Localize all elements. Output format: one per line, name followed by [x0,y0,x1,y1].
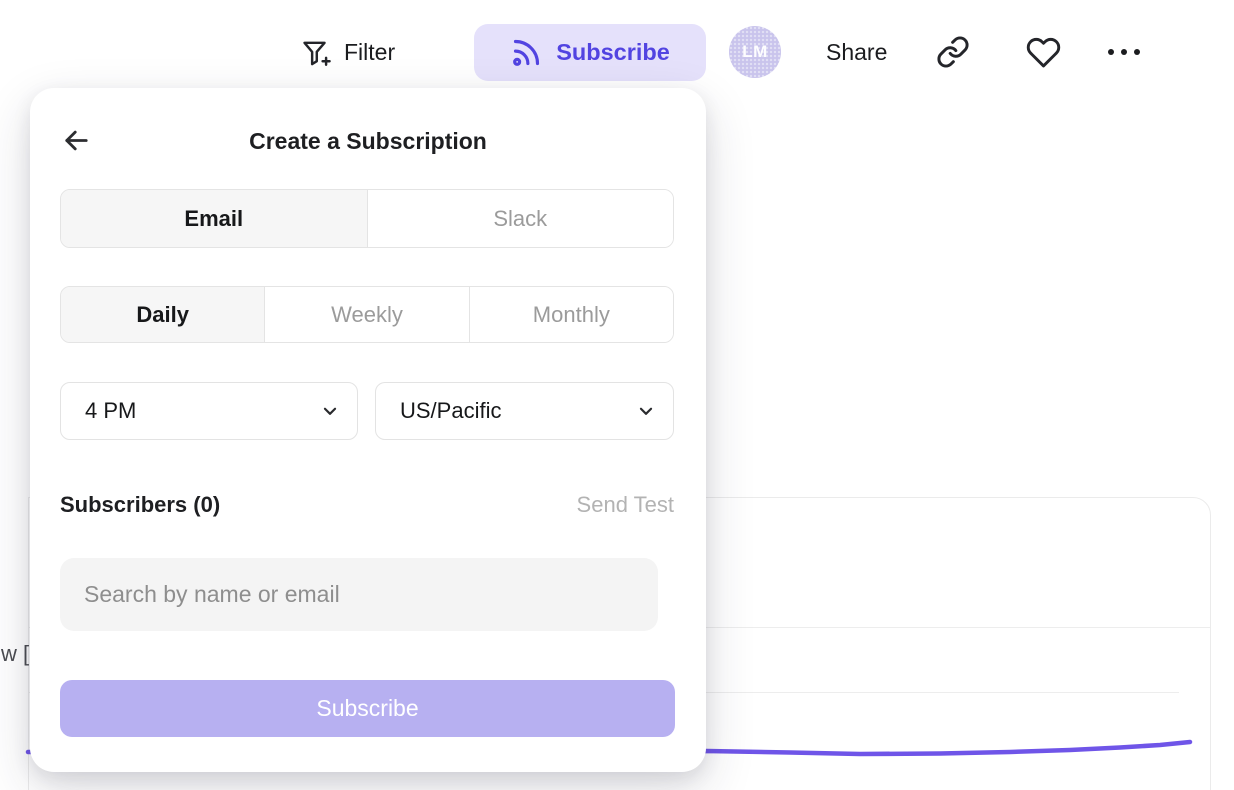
clipped-background-text: w [ [1,641,29,667]
tab-weekly[interactable]: Weekly [264,287,468,342]
more-options-button[interactable] [1108,30,1140,74]
time-select[interactable]: 4 PM [60,382,358,440]
tab-daily[interactable]: Daily [61,287,264,342]
timezone-select[interactable]: US/Pacific [375,382,674,440]
share-label: Share [826,39,887,66]
tab-slack[interactable]: Slack [367,190,674,247]
filter-button[interactable]: Filter [300,30,395,74]
ellipsis-icon [1108,49,1114,55]
channel-tab-group: Email Slack [60,189,674,248]
heart-icon [1026,35,1061,70]
time-select-value: 4 PM [85,398,136,424]
timezone-select-value: US/Pacific [400,398,501,424]
rss-icon [510,36,543,69]
subscribers-count-label: Subscribers (0) [60,492,220,518]
subscribe-button[interactable]: Subscribe [474,24,706,81]
filter-plus-icon [300,37,331,68]
chevron-down-icon [637,402,655,420]
copy-link-button[interactable] [933,30,973,74]
favorite-button[interactable] [1023,30,1063,74]
subscribe-label: Subscribe [556,39,670,66]
modal-title: Create a Subscription [30,128,706,155]
filter-label: Filter [344,39,395,66]
subscriber-search-input[interactable] [60,558,658,631]
avatar-initials: LM [742,42,768,62]
link-icon [936,35,970,69]
frequency-tab-group: Daily Weekly Monthly [60,286,674,343]
modal-subscribe-button[interactable]: Subscribe [60,680,675,737]
tab-email[interactable]: Email [61,190,367,247]
create-subscription-modal: Create a Subscription Email Slack Daily … [30,88,706,772]
subscribers-row: Subscribers (0) Send Test [60,492,674,518]
send-test-link[interactable]: Send Test [577,492,674,518]
tab-monthly[interactable]: Monthly [469,287,673,342]
share-button[interactable]: Share [826,30,887,74]
avatar[interactable]: LM [729,26,781,78]
chevron-down-icon [321,402,339,420]
